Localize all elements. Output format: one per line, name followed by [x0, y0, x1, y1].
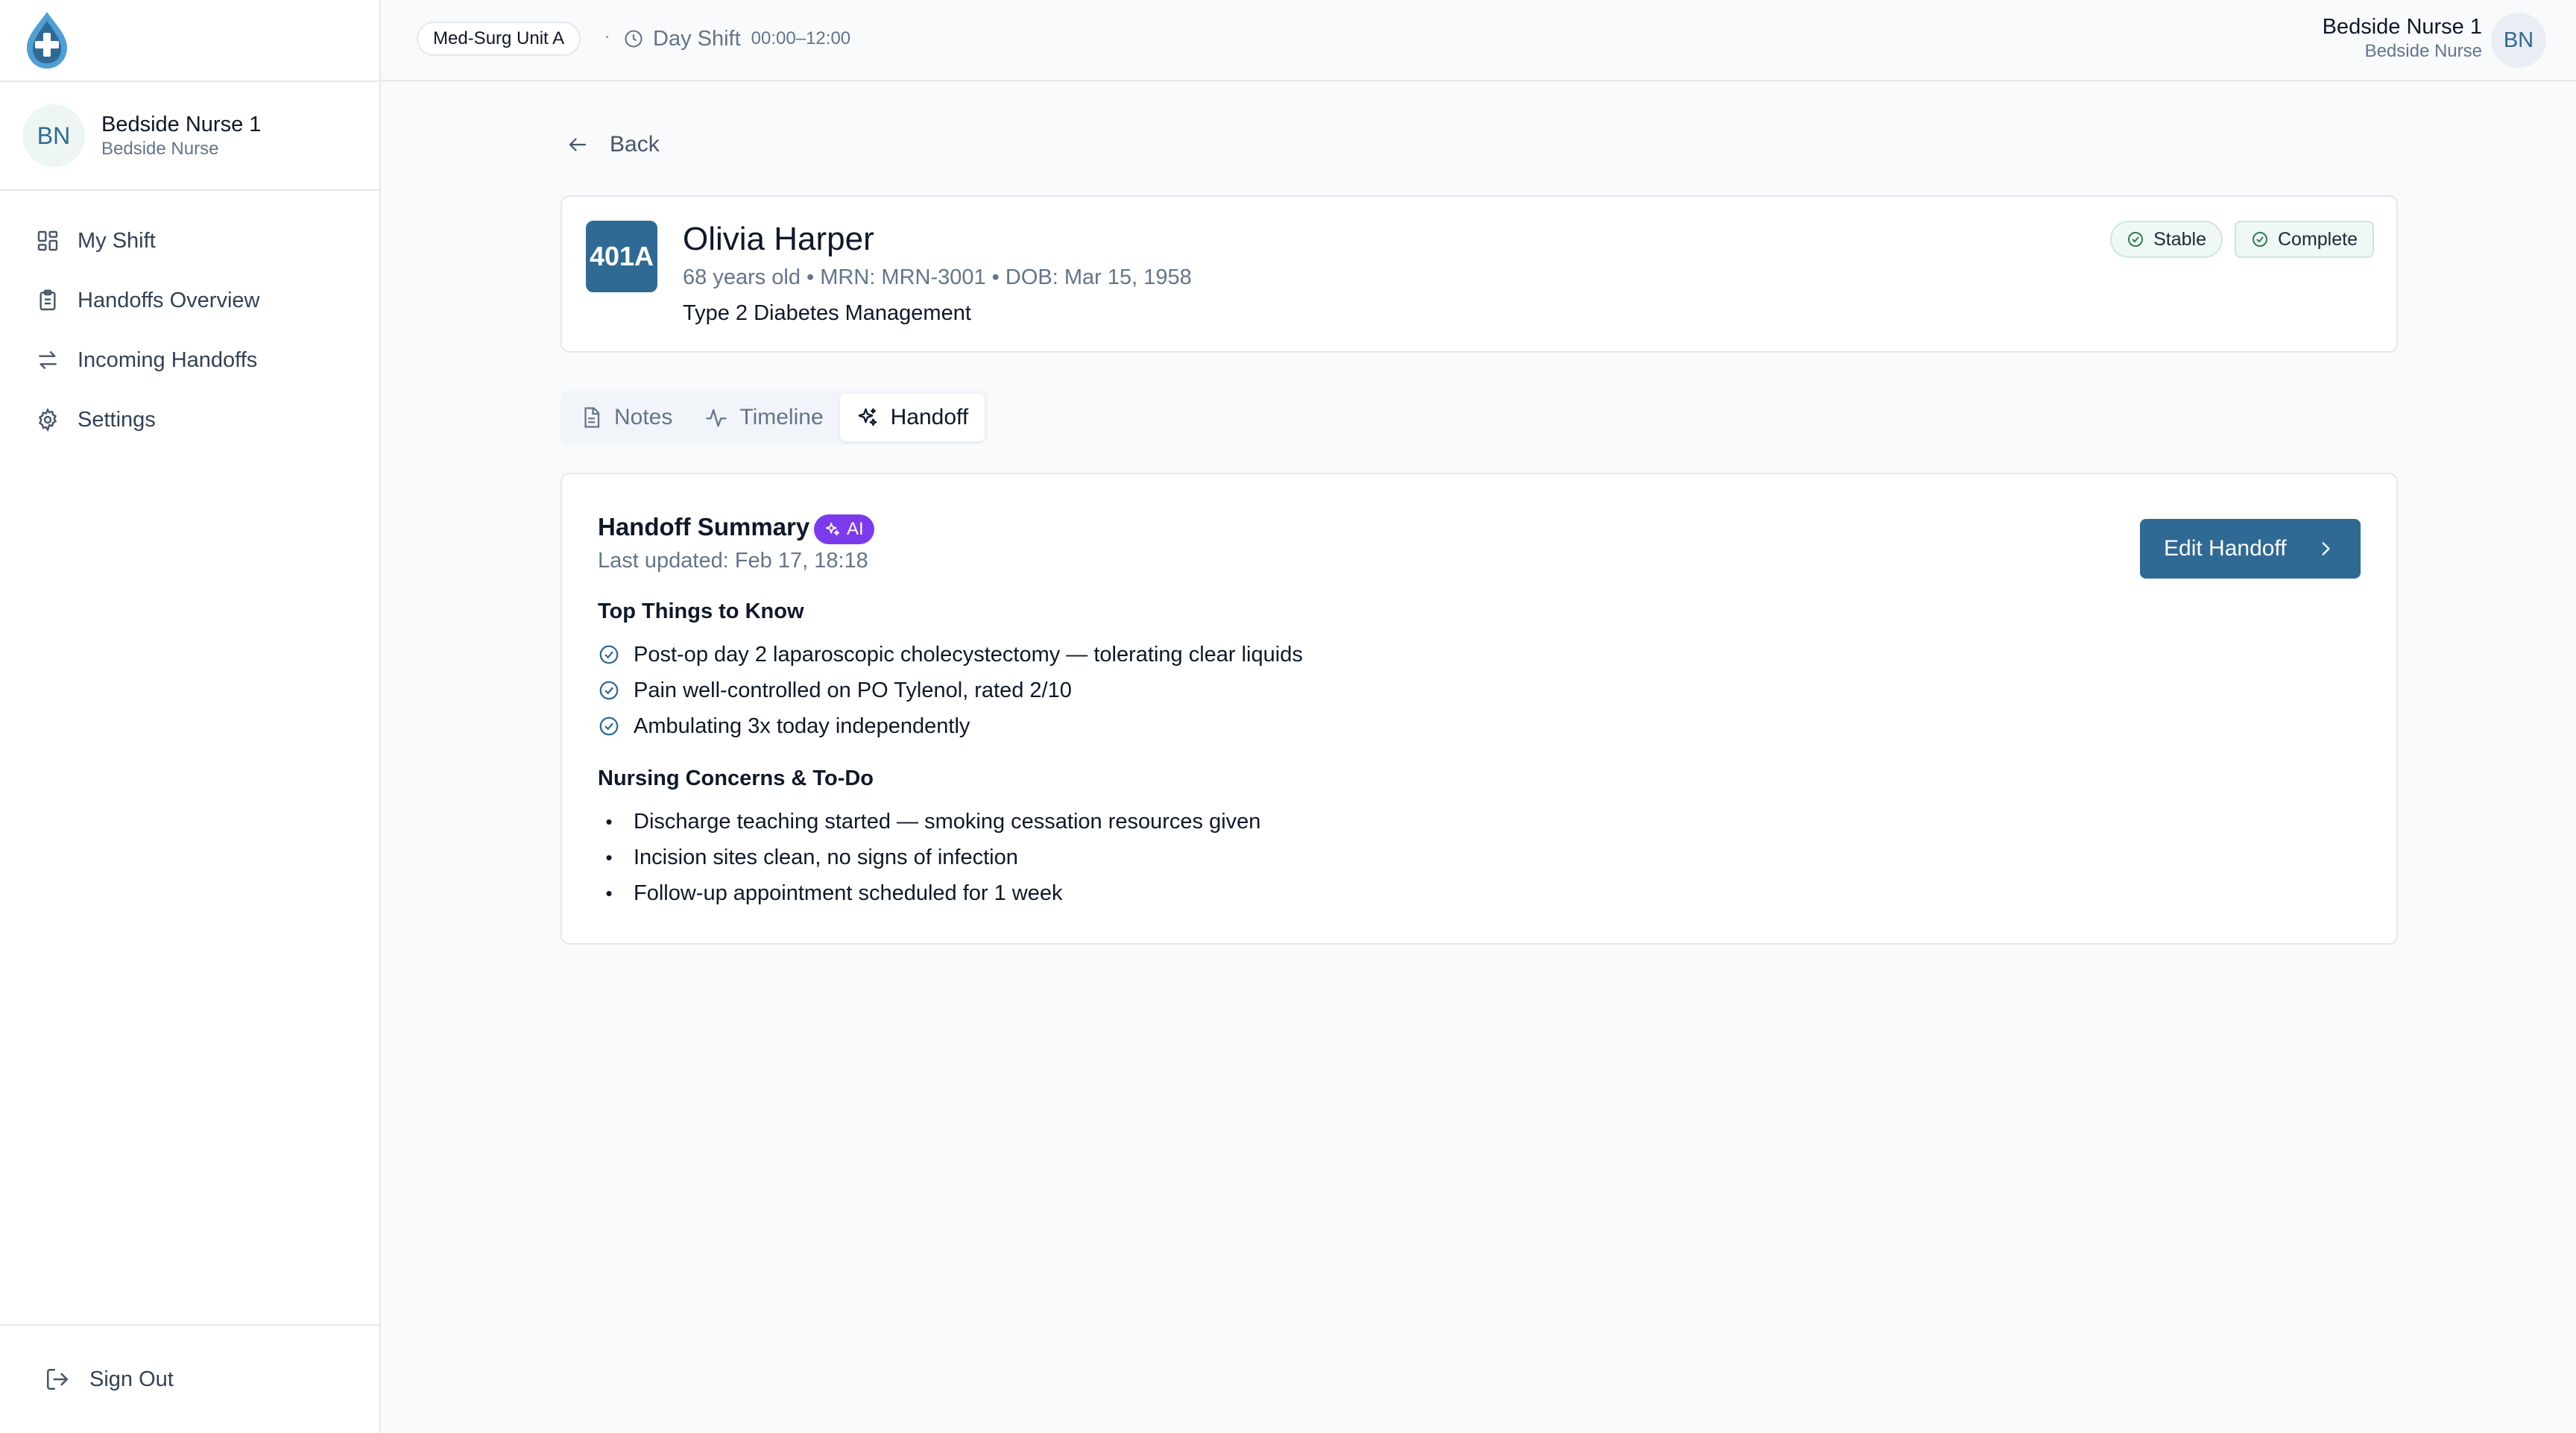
sidebar-item-label: My Shift — [78, 228, 156, 253]
edit-handoff-button[interactable]: Edit Handoff — [2140, 519, 2361, 579]
water-drop-cross-logo-icon — [27, 12, 67, 69]
status-badge-stable: Stable — [2110, 221, 2223, 258]
patient-card: 401A Olivia Harper 68 years old • MRN: M… — [561, 195, 2398, 353]
list-item-text: Incision sites clean, no signs of infect… — [634, 845, 1018, 869]
list-item: Post-op day 2 laparoscopic cholecystecto… — [598, 637, 1303, 673]
sidebar-item-label: Settings — [78, 407, 156, 432]
top-things-list: Post-op day 2 laparoscopic cholecystecto… — [598, 637, 1303, 744]
unit-badge[interactable]: Med-Surg Unit A — [417, 22, 581, 56]
shift-time: 00:00–12:00 — [751, 28, 851, 48]
check-circle-icon — [2127, 230, 2144, 248]
sidebar: BN Bedside Nurse 1 Bedside Nurse My Shif… — [0, 0, 381, 1433]
list-item: • Discharge teaching started — smoking c… — [598, 804, 1260, 840]
bullet-icon: • — [605, 810, 613, 833]
sidebar-user-role: Bedside Nurse — [101, 139, 219, 159]
tab-timeline[interactable]: Timeline — [689, 394, 839, 441]
grid-icon — [36, 229, 60, 253]
tab-label: Handoff — [890, 405, 969, 429]
chevron-right-icon — [2316, 539, 2335, 558]
status-label: Stable — [2153, 228, 2206, 250]
swap-arrows-icon — [36, 348, 60, 372]
concerns-list: • Discharge teaching started — smoking c… — [598, 804, 1260, 911]
bullet-icon: • — [605, 845, 613, 869]
sidebar-item-my-shift[interactable]: My Shift — [0, 211, 379, 271]
sidebar-item-settings[interactable]: Settings — [0, 390, 379, 450]
sidebar-item-incoming-handoffs[interactable]: Incoming Handoffs — [0, 330, 379, 390]
arrow-left-icon — [566, 133, 589, 156]
concerns-heading: Nursing Concerns & To-Do — [598, 766, 874, 790]
sidebar-item-label: Handoffs Overview — [78, 288, 260, 312]
tab-handoff[interactable]: Handoff — [839, 394, 985, 441]
list-item-text: Ambulating 3x today independently — [634, 714, 970, 738]
avatar: BN — [22, 104, 85, 167]
current-user: Bedside Nurse 1 Bedside Nurse — [2323, 13, 2482, 63]
sign-out-label: Sign Out — [89, 1367, 174, 1391]
list-item-text: Post-op day 2 laparoscopic cholecystecto… — [634, 642, 1303, 667]
list-item: Pain well-controlled on PO Tylenol, rate… — [598, 673, 1303, 708]
sign-out-button[interactable]: Sign Out — [45, 1358, 174, 1400]
sidebar-item-label: Incoming Handoffs — [78, 347, 258, 372]
check-circle-icon — [2251, 230, 2269, 248]
check-circle-icon — [598, 715, 620, 737]
sidebar-divider — [0, 81, 379, 82]
top-bar: Med-Surg Unit A · Day Shift 00:00–12:00 … — [381, 0, 2576, 81]
shift-indicator: Day Shift 00:00–12:00 — [623, 24, 850, 54]
document-icon — [580, 406, 602, 429]
clipboard-icon — [36, 289, 60, 312]
app-logo[interactable] — [22, 10, 72, 70]
list-item: Ambulating 3x today independently — [598, 708, 1303, 744]
summary-title: Handoff Summary — [598, 513, 810, 541]
back-label: Back — [610, 132, 660, 157]
separator: · — [604, 24, 611, 47]
list-item: • Incision sites clean, no signs of infe… — [598, 840, 1260, 875]
logout-icon — [45, 1367, 70, 1392]
patient-diagnosis: Type 2 Diabetes Management — [683, 301, 971, 325]
list-item-text: Follow-up appointment scheduled for 1 we… — [634, 881, 1063, 905]
ai-badge-label: AI — [847, 519, 864, 539]
patient-meta: 68 years old • MRN: MRN-3001 • DOB: Mar … — [683, 265, 1192, 289]
back-button[interactable]: Back — [566, 127, 660, 163]
status-badges: Stable Complete — [2098, 221, 2374, 258]
sidebar-user-name: Bedside Nurse 1 — [101, 113, 262, 136]
shift-name: Day Shift — [653, 26, 741, 51]
current-user-name: Bedside Nurse 1 — [2322, 15, 2482, 39]
tab-bar: Notes Timeline Handoff — [561, 391, 988, 444]
sparkles-icon — [824, 521, 841, 538]
current-user-role: Bedside Nurse — [2364, 41, 2482, 61]
status-badge-complete: Complete — [2235, 221, 2374, 258]
list-item-text: Pain well-controlled on PO Tylenol, rate… — [634, 678, 1072, 702]
last-updated: Last updated: Feb 17, 18:18 — [598, 549, 868, 573]
sparkles-icon — [856, 406, 879, 429]
sidebar-item-handoffs-overview[interactable]: Handoffs Overview — [0, 271, 379, 330]
sidebar-divider — [0, 189, 379, 191]
edit-handoff-label: Edit Handoff — [2164, 536, 2287, 561]
list-item: • Follow-up appointment scheduled for 1 … — [598, 875, 1260, 911]
top-things-heading: Top Things to Know — [598, 599, 804, 623]
gear-icon — [36, 408, 60, 432]
check-circle-icon — [598, 679, 620, 702]
status-label: Complete — [2278, 228, 2358, 250]
bullet-icon: • — [605, 881, 613, 904]
room-badge: 401A — [586, 221, 657, 292]
clock-icon — [623, 28, 644, 49]
sidebar-nav: My Shift Handoffs Overview Incoming Hand… — [0, 211, 379, 450]
patient-name: Olivia Harper — [683, 221, 874, 257]
tab-label: Notes — [614, 405, 673, 429]
ai-badge: AI — [814, 514, 874, 544]
avatar[interactable]: BN — [2491, 13, 2546, 68]
tab-label: Timeline — [739, 405, 824, 429]
check-circle-icon — [598, 643, 620, 666]
list-item-text: Discharge teaching started — smoking ces… — [634, 809, 1261, 834]
handoff-summary-card: Handoff Summary AI Last updated: Feb 17,… — [561, 473, 2398, 945]
activity-icon — [705, 406, 727, 429]
sidebar-user: BN Bedside Nurse 1 Bedside Nurse — [22, 104, 261, 167]
tab-notes[interactable]: Notes — [564, 394, 689, 441]
sidebar-divider — [0, 1324, 379, 1326]
